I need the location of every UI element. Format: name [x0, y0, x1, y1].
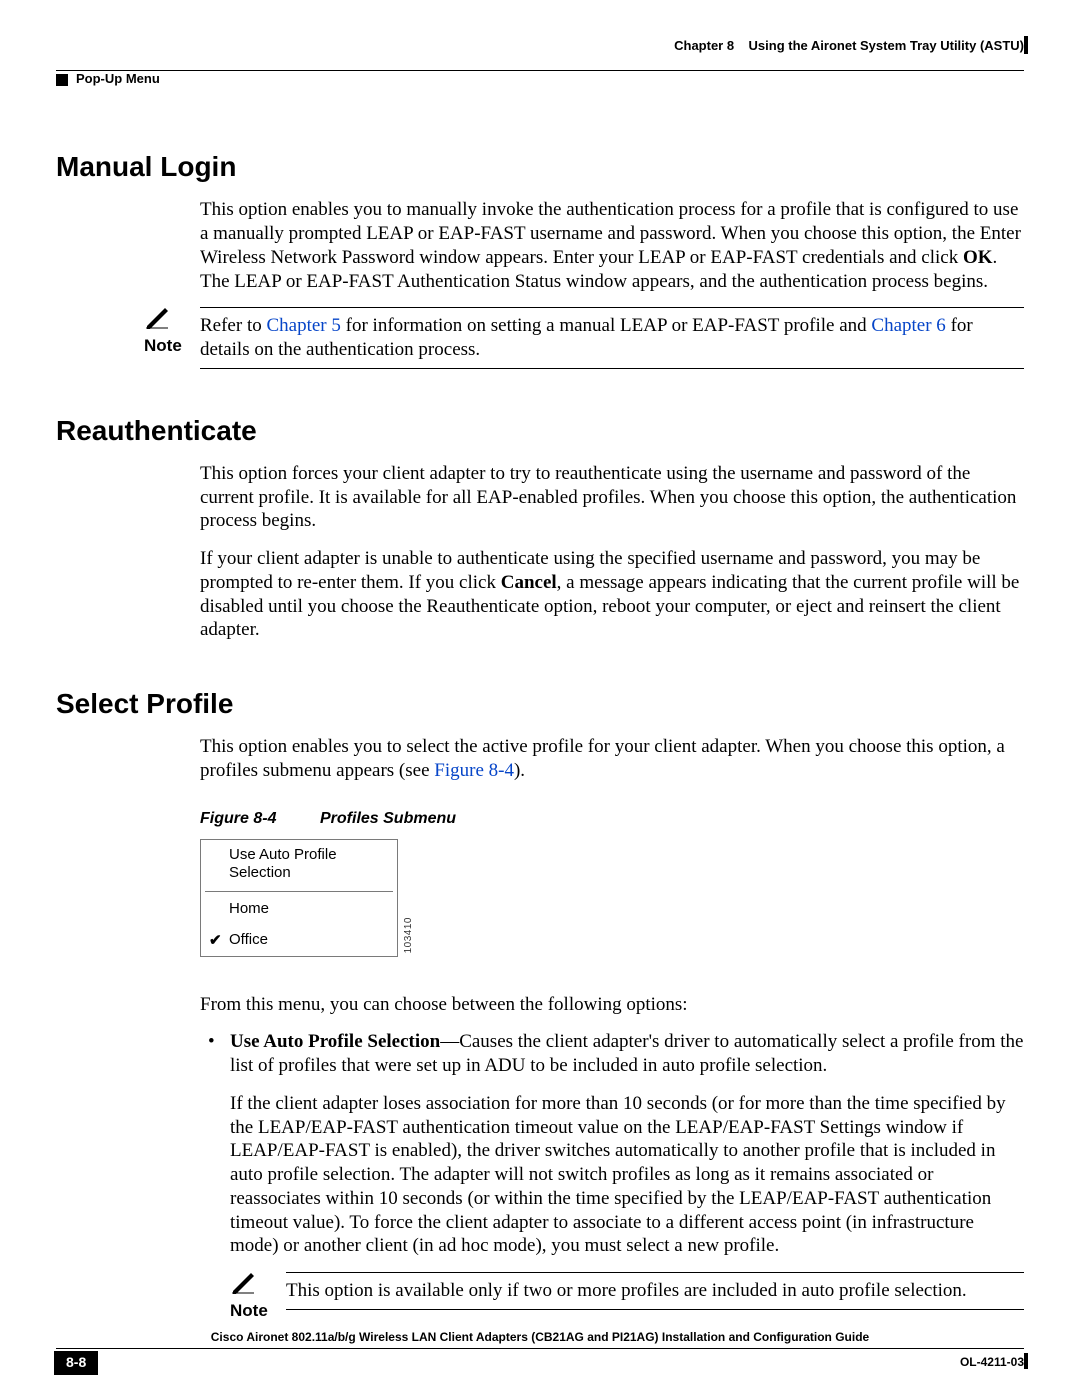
- checkmark-icon: ✔: [209, 932, 222, 951]
- ok-text: OK: [963, 247, 993, 268]
- figure-title: Profiles Submenu: [320, 810, 456, 827]
- option-auto-profile: Use Auto Profile Selection—Causes the cl…: [200, 1030, 1024, 1258]
- option-auto-detail: If the client adapter loses association …: [230, 1092, 1024, 1258]
- breadcrumb: Pop-Up Menu: [56, 71, 1024, 87]
- submenu-item-home[interactable]: Home: [201, 894, 397, 925]
- manual-login-body: This option enables you to manually invo…: [200, 198, 1024, 293]
- breadcrumb-text: Pop-Up Menu: [76, 71, 160, 86]
- note-label: Note: [230, 1300, 268, 1321]
- submenu-item-office[interactable]: ✔Office: [201, 925, 397, 956]
- header-bar: Chapter 8 Using the Aironet System Tray …: [56, 38, 1024, 64]
- note-select-profile: Note This option is available only if tw…: [230, 1272, 1024, 1310]
- note-label: Note: [144, 335, 182, 356]
- chapter-title: Using the Aironet System Tray Utility (A…: [749, 38, 1024, 53]
- note-rule-bot: [200, 368, 1024, 369]
- footer-bar: 8-8 OL-4211-03: [56, 1351, 1024, 1373]
- footer: Cisco Aironet 802.11a/b/g Wireless LAN C…: [56, 1330, 1024, 1373]
- pencil-icon: [230, 1270, 256, 1294]
- reauth-body: This option forces your client adapter t…: [200, 462, 1024, 642]
- heading-reauthenticate: Reauthenticate: [56, 413, 1024, 448]
- header-end-rule: [1024, 36, 1028, 54]
- manual-login-p1: This option enables you to manually invo…: [200, 198, 1024, 293]
- note-rule-bot: [286, 1309, 1024, 1310]
- doc-code: OL-4211-03: [960, 1355, 1024, 1370]
- footer-end-rule: [1024, 1353, 1028, 1369]
- note-manual-login: Note Refer to Chapter 5 for information …: [144, 307, 1024, 369]
- options-list: Use Auto Profile Selection—Causes the cl…: [200, 1030, 1024, 1258]
- select-profile-body: This option enables you to select the ac…: [200, 735, 1024, 829]
- note-body: Refer to Chapter 5 for information on se…: [200, 308, 1024, 368]
- footer-title: Cisco Aironet 802.11a/b/g Wireless LAN C…: [56, 1330, 1024, 1348]
- page: Chapter 8 Using the Aironet System Tray …: [0, 0, 1080, 1397]
- select-profile-p1: This option enables you to select the ac…: [200, 735, 1024, 783]
- pencil-icon: [144, 305, 170, 329]
- select-profile-p2: From this menu, you can choose between t…: [200, 993, 1024, 1017]
- note-body: This option is available only if two or …: [286, 1273, 1024, 1309]
- page-number: 8-8: [54, 1351, 98, 1375]
- reauth-p1: This option forces your client adapter t…: [200, 462, 1024, 533]
- breadcrumb-marker-icon: [56, 74, 68, 86]
- submenu-separator: [205, 891, 393, 892]
- link-figure-8-4[interactable]: Figure 8-4: [434, 760, 514, 781]
- cancel-text: Cancel: [501, 572, 557, 593]
- submenu-item-auto[interactable]: Use Auto Profile Selection: [201, 840, 397, 890]
- figure-caption: Figure 8-4Profiles Submenu: [200, 809, 1024, 829]
- heading-select-profile: Select Profile: [56, 686, 1024, 721]
- profiles-submenu: Use Auto Profile Selection Home ✔Office …: [200, 839, 398, 957]
- select-profile-options: From this menu, you can choose between t…: [200, 993, 1024, 1259]
- link-chapter6[interactable]: Chapter 6: [871, 315, 945, 336]
- footer-rule: [56, 1348, 1024, 1349]
- chapter-label: Chapter 8: [674, 38, 734, 53]
- link-chapter5[interactable]: Chapter 5: [266, 315, 340, 336]
- image-sidecode: 103410: [403, 917, 416, 953]
- figure-number: Figure 8-4: [200, 809, 320, 829]
- heading-manual-login: Manual Login: [56, 149, 1024, 184]
- chapter-line: Chapter 8 Using the Aironet System Tray …: [674, 38, 1024, 54]
- option-auto-desc: Use Auto Profile Selection—Causes the cl…: [230, 1030, 1024, 1078]
- reauth-p2: If your client adapter is unable to auth…: [200, 547, 1024, 642]
